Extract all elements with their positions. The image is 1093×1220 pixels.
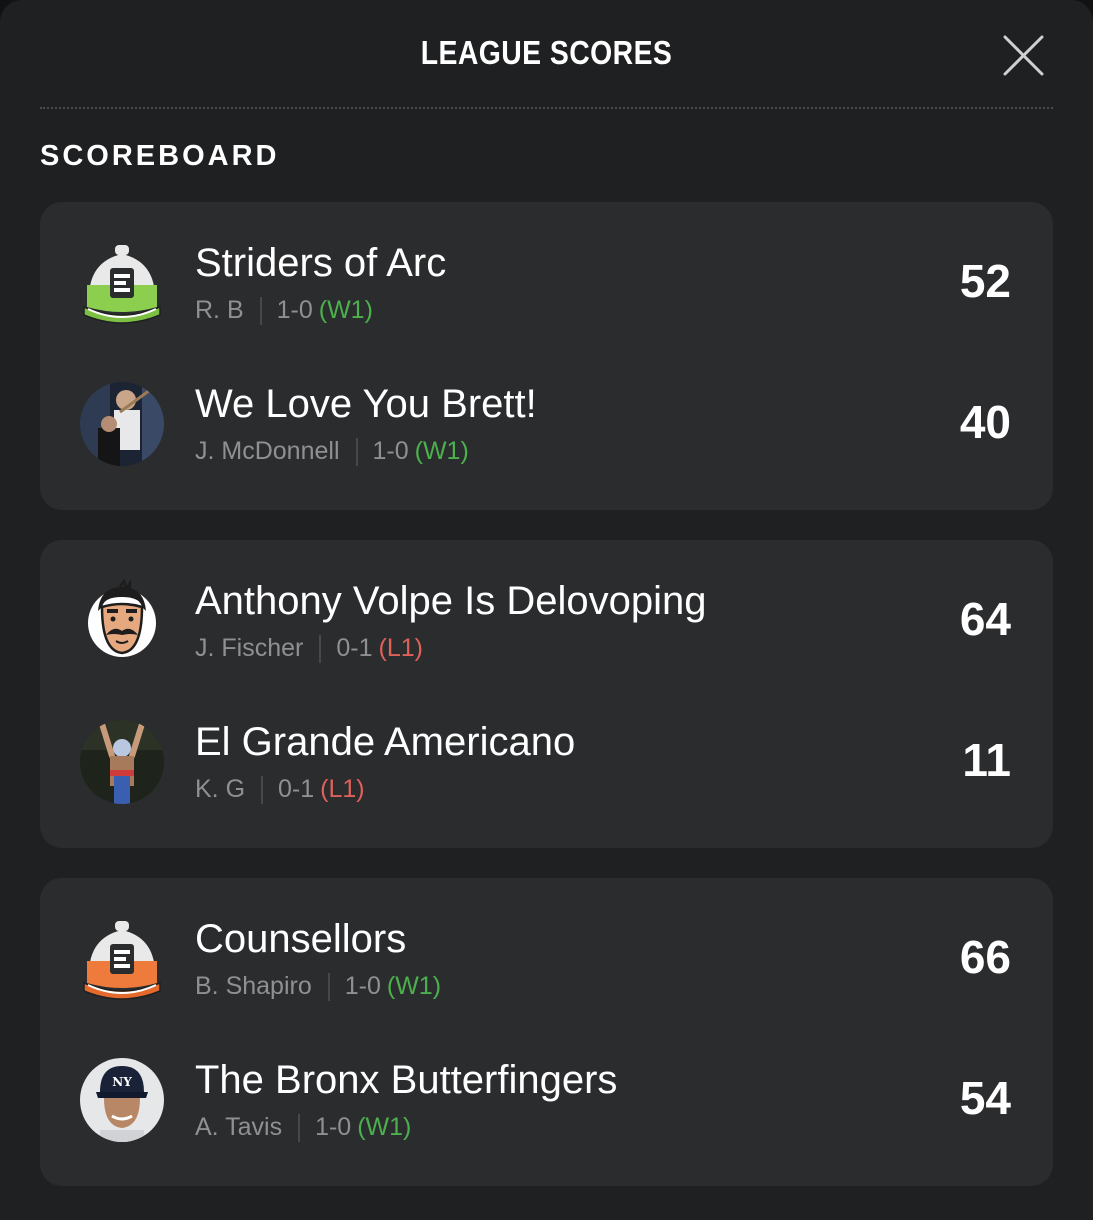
team-record: 1-0 (344, 972, 381, 1000)
team-streak: (W1) (357, 1113, 412, 1141)
matchup-card[interactable]: Striders of Arc R. B 1-0 (W1) 52 We Love… (40, 202, 1053, 510)
owner-name: A. Tavis (195, 1113, 283, 1141)
close-button[interactable] (996, 30, 1052, 82)
ny-cap-player-photo-icon: NY (80, 1058, 164, 1142)
page-title: LEAGUE SCORES (420, 34, 673, 71)
mustache-man-cartoon-icon (80, 577, 164, 663)
team-meta: J. McDonnell 1-0 (W1) (195, 437, 469, 466)
team-name: The Bronx Butterfingers (195, 1058, 618, 1102)
owner-name: J. Fischer (195, 634, 304, 662)
team-row[interactable]: Anthony Volpe Is Delovoping J. Fischer 0… (40, 540, 1053, 682)
team-score: 64 (959, 593, 1011, 645)
header: LEAGUE SCORES (0, 0, 1093, 108)
team-meta: A. Tavis 1-0 (W1) (195, 1113, 411, 1142)
section-title: SCOREBOARD (40, 140, 280, 172)
team-record: 0-1 (278, 775, 315, 803)
team-record: 0-1 (336, 634, 373, 662)
meta-separator (327, 972, 330, 1001)
team-streak: (W1) (318, 296, 373, 324)
league-scores-sheet: LEAGUE SCORES SCOREBOARD Striders of Arc… (0, 0, 1093, 1220)
team-record: 1-0 (372, 437, 409, 465)
team-row[interactable]: Striders of Arc R. B 1-0 (W1) 52 (40, 202, 1053, 344)
espn-cap-green-logo-icon (80, 241, 164, 325)
team-name: El Grande Americano (195, 720, 576, 764)
header-divider (40, 107, 1053, 109)
owner-name: B. Shapiro (195, 972, 312, 1000)
espn-cap-orange-logo-icon (80, 917, 164, 1001)
owner-name: K. G (195, 775, 246, 803)
matchup-card[interactable]: Counsellors B. Shapiro 1-0 (W1) 66 NY Th… (40, 878, 1053, 1186)
team-name: Counsellors (195, 917, 407, 961)
team-score: 54 (959, 1072, 1011, 1124)
team-meta: B. Shapiro 1-0 (W1) (195, 972, 441, 1001)
meta-separator (259, 296, 262, 325)
team-avatar-photo (80, 382, 164, 466)
team-name: Anthony Volpe Is Delovoping (195, 579, 707, 623)
team-streak: (W1) (414, 437, 469, 465)
meta-separator (319, 634, 322, 663)
matchup-card[interactable]: Anthony Volpe Is Delovoping J. Fischer 0… (40, 540, 1053, 848)
meta-separator (355, 437, 358, 466)
svg-text:NY: NY (112, 1075, 132, 1089)
team-record: 1-0 (276, 296, 313, 324)
close-icon (1003, 35, 1044, 76)
team-row[interactable]: El Grande Americano K. G 0-1 (L1) 11 (40, 681, 1053, 823)
team-score: 40 (959, 396, 1011, 448)
owner-name: J. McDonnell (195, 437, 340, 465)
team-row[interactable]: NY The Bronx Butterfingers A. Tavis 1-0 … (40, 1019, 1053, 1161)
team-streak: (W1) (386, 972, 442, 1000)
team-avatar-photo (80, 720, 164, 804)
owner-name: R. B (195, 296, 244, 324)
team-meta: K. G 0-1 (L1) (195, 775, 365, 804)
meta-separator (298, 1113, 301, 1142)
team-name: Striders of Arc (195, 241, 447, 285)
team-score: 11 (962, 734, 1011, 786)
team-streak: (L1) (378, 634, 423, 662)
meta-separator (261, 775, 264, 804)
team-meta: R. B 1-0 (W1) (195, 296, 373, 325)
team-streak: (L1) (320, 775, 365, 803)
team-row[interactable]: We Love You Brett! J. McDonnell 1-0 (W1)… (40, 343, 1053, 485)
team-row[interactable]: Counsellors B. Shapiro 1-0 (W1) 66 (40, 878, 1053, 1020)
team-meta: J. Fischer 0-1 (L1) (195, 634, 423, 663)
team-score: 66 (959, 931, 1011, 983)
team-name: We Love You Brett! (195, 382, 537, 426)
team-record: 1-0 (315, 1113, 352, 1141)
team-score: 52 (959, 255, 1011, 307)
